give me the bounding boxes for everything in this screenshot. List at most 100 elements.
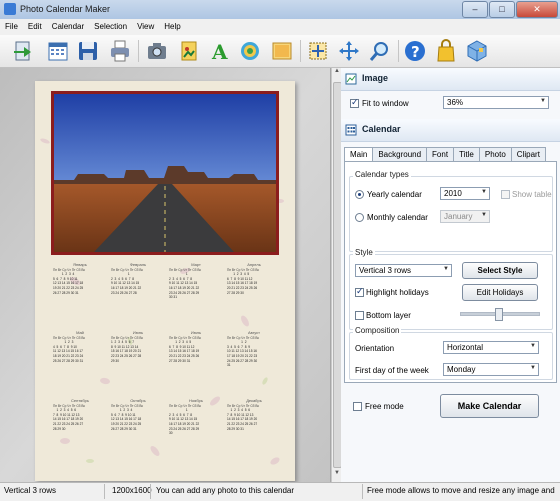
month-block: Ноябрь Пн Вт Ср Чт Пт Сб Вс 12 3 4 5 6 7 … (169, 398, 223, 459)
chevron-down-icon: ▼ (530, 343, 536, 349)
monthly-calendar-radio[interactable] (355, 213, 364, 222)
background-icon[interactable] (238, 39, 262, 63)
calendar-section-icon (345, 124, 357, 136)
month-block: Март Пн Вт Ср Чт Пт Сб Вс 12 3 4 5 6 7 89… (169, 262, 223, 323)
minimize-button[interactable]: – (462, 1, 488, 18)
month-block: Апрель Пн Вт Ср Чт Пт Сб Вс 1 2 3 4 56 7 … (227, 262, 281, 323)
edit-holidays-button[interactable]: Edit Holidays (462, 284, 538, 301)
highlight-holidays-label: Highlight holidays (366, 288, 429, 297)
month-block: Август Пн Вт Ср Чт Пт Сб Вс 1 23 4 5 6 7 … (227, 330, 281, 391)
tab-title[interactable]: Title (453, 147, 480, 161)
title-bar: Photo Calendar Maker – □ ✕ (0, 0, 560, 20)
month-block: Январь Пн Вт Ср Чт Пт Сб Вс 1 2 3 45 6 7 … (53, 262, 107, 323)
zoom-value: 36% (447, 98, 464, 107)
month-block: Декабрь Пн Вт Ср Чт Пт Сб Вс 1 2 3 4 5 67… (227, 398, 281, 459)
highlight-holidays-checkbox[interactable] (355, 286, 364, 297)
box-icon[interactable] (465, 39, 489, 63)
camera-icon[interactable] (145, 39, 169, 63)
image-section-icon (345, 73, 357, 85)
chevron-down-icon: ▼ (530, 365, 536, 371)
open-icon[interactable] (12, 39, 36, 63)
tab-background[interactable]: Background (372, 147, 428, 161)
clipart-icon[interactable] (177, 39, 201, 63)
zoom-select[interactable]: 36% ▼ (443, 96, 549, 109)
menu-selection[interactable]: Selection (89, 19, 132, 35)
week-row: 27 28 29 30 (227, 290, 244, 295)
image-icon[interactable] (270, 39, 294, 63)
svg-text:?: ? (411, 43, 420, 61)
menu-calendar[interactable]: Calendar (47, 19, 89, 35)
status-divider (150, 484, 151, 499)
zoom-icon[interactable] (368, 39, 392, 63)
layout-select[interactable]: Vertical 3 rows ▼ (355, 264, 452, 277)
calendar-icon[interactable] (46, 39, 70, 63)
fit-to-window-label: Fit to window (362, 99, 409, 108)
orientation-select[interactable]: Horizontal ▼ (443, 341, 539, 354)
toolbar: A ? (0, 35, 560, 68)
close-button[interactable]: ✕ (516, 1, 558, 18)
year-select[interactable]: 2010 ▼ (440, 187, 490, 200)
menu-edit[interactable]: Edit (23, 19, 47, 35)
menu-help[interactable]: Help (159, 19, 185, 35)
orientation-label: Orientation (355, 344, 395, 353)
window-title: Photo Calendar Maker (20, 4, 111, 14)
yearly-calendar-label: Yearly calendar (367, 190, 422, 199)
bottom-layer-checkbox[interactable] (355, 311, 364, 320)
help-icon[interactable]: ? (403, 39, 427, 63)
maximize-button[interactable]: □ (489, 1, 515, 18)
toolbar-separator (398, 40, 399, 62)
month-block: Сентябрь Пн Вт Ср Чт Пт Сб Вс 1 2 3 4 5 6… (53, 398, 107, 459)
menu-view[interactable]: View (132, 19, 159, 35)
save-icon[interactable] (76, 39, 100, 63)
status-size: 1200x1600 (112, 486, 152, 495)
chevron-down-icon: ▼ (443, 266, 449, 272)
tab-main-pane: Calendar types Yearly calendar 2010 ▼ Sh… (344, 161, 557, 383)
chevron-down-icon: ▼ (481, 189, 487, 195)
select-all-icon[interactable] (306, 39, 330, 63)
layer-slider-thumb[interactable] (495, 308, 503, 321)
toolbar-separator (138, 40, 139, 62)
calendar-section-header[interactable]: Calendar (341, 119, 560, 142)
tab-font[interactable]: Font (426, 147, 455, 161)
tab-main[interactable]: Main (344, 147, 374, 162)
toolbar-separator (300, 40, 301, 62)
move-icon[interactable] (337, 39, 361, 63)
orientation-value: Horizontal (447, 343, 484, 352)
image-section-header[interactable]: Image (341, 68, 560, 91)
photo-frame[interactable] (51, 91, 279, 255)
monthly-calendar-label: Monthly calendar (367, 213, 428, 222)
calendar-photo[interactable] (54, 94, 276, 252)
first-day-select[interactable]: Monday ▼ (443, 363, 539, 376)
make-calendar-button[interactable]: Make Calendar (440, 394, 539, 418)
svg-text:A: A (211, 40, 228, 63)
calendar-page-preview[interactable]: Январь Пн Вт Ср Чт Пт Сб Вс 1 2 3 45 6 7 … (35, 81, 295, 481)
bag-icon[interactable] (434, 39, 458, 63)
app-icon (4, 3, 16, 15)
tab-clipart[interactable]: Clipart (510, 147, 546, 161)
show-table-label: Show table (512, 190, 552, 199)
week-row: 30 (169, 431, 173, 436)
week-row: 27 28 29 30 31 (169, 358, 191, 363)
calendar-section-title: Calendar (362, 124, 401, 134)
layer-slider[interactable] (460, 308, 540, 321)
fit-to-window-checkbox[interactable] (350, 97, 359, 108)
yearly-calendar-radio[interactable] (355, 190, 364, 199)
image-section-title: Image (362, 73, 389, 83)
free-mode-checkbox[interactable] (353, 402, 362, 411)
text-icon[interactable]: A (208, 39, 232, 64)
calendar-tabs: Main Background Font Title Photo Clipart (344, 147, 546, 162)
show-table-checkbox[interactable] (501, 190, 510, 199)
menu-file[interactable]: File (0, 19, 23, 35)
print-icon[interactable] (108, 39, 132, 63)
month-select[interactable]: January ▼ (440, 210, 490, 223)
status-hint-freemode: Free mode allows to move and resize any … (367, 486, 557, 495)
composition-title: Composition (353, 326, 402, 335)
week-row: 26 27 28 29 30 31 (53, 290, 79, 295)
tab-photo[interactable]: Photo (478, 147, 512, 161)
status-divider (362, 484, 363, 499)
select-style-button[interactable]: Select Style (462, 262, 538, 279)
week-row: 30 31 (169, 295, 177, 300)
month-block: Июнь Пн Вт Ср Чт Пт Сб Вс 1 2 3 4 5 6 78 9… (111, 330, 165, 391)
year-value: 2010 (444, 189, 462, 198)
free-mode-label: Free mode (365, 402, 404, 411)
